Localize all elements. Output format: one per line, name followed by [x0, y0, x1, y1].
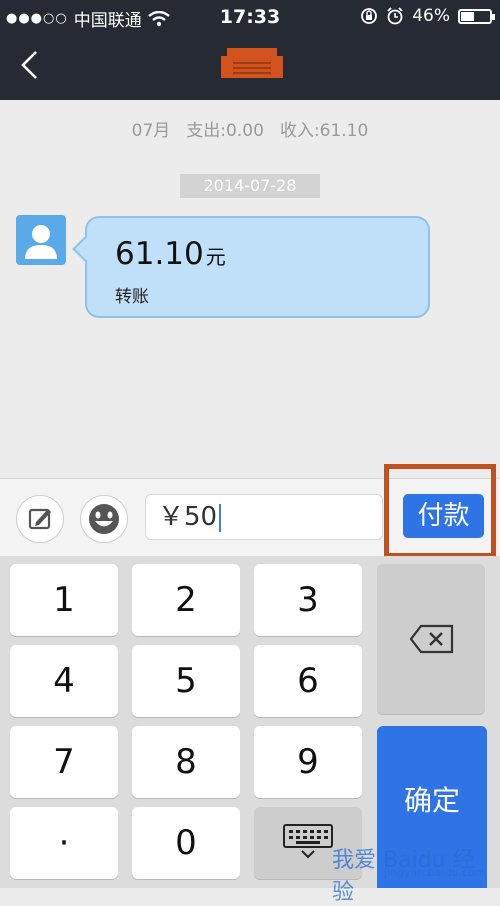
- backspace-key[interactable]: [377, 564, 485, 714]
- key-1[interactable]: 1: [10, 564, 118, 636]
- battery-percent: 46%: [412, 6, 450, 26]
- summary-month: 07月: [131, 121, 171, 141]
- summary-expense: 支出:0.00: [186, 121, 264, 141]
- transfer-message-bubble[interactable]: 61.10 元 转账: [72, 216, 430, 318]
- key-8[interactable]: 8: [132, 726, 240, 798]
- transfer-label: 转账: [115, 287, 149, 307]
- back-chevron-icon[interactable]: [18, 50, 42, 80]
- key-7[interactable]: 7: [10, 726, 118, 798]
- amount-value: 61.10: [115, 236, 204, 272]
- key-6[interactable]: 6: [254, 645, 362, 717]
- edit-note-button[interactable]: [16, 495, 64, 543]
- backspace-icon: [409, 624, 454, 654]
- battery-tip: [492, 13, 495, 20]
- user-avatar-icon: [25, 225, 57, 259]
- key-2[interactable]: 2: [132, 564, 240, 636]
- amount-unit: 元: [205, 245, 226, 269]
- avatar[interactable]: [16, 215, 66, 265]
- text-caret: [219, 503, 222, 532]
- alarm-icon: [387, 7, 403, 25]
- status-right: 46%: [360, 6, 495, 26]
- status-bar: ●●●○○ 中国联通 17:33 46%: [0, 0, 500, 34]
- top-bar: ●●●○○ 中国联通 17:33 46%: [0, 0, 500, 100]
- bubble-tail: [72, 236, 98, 262]
- key-9[interactable]: 9: [254, 726, 362, 798]
- amount-input-value: ￥50: [158, 502, 218, 532]
- key-5[interactable]: 5: [132, 645, 240, 717]
- date-separator: 2014-07-28: [180, 174, 320, 198]
- key-4[interactable]: 4: [10, 645, 118, 717]
- card-logo-icon: [221, 48, 283, 78]
- key-decimal[interactable]: ·: [10, 807, 118, 879]
- key-0[interactable]: 0: [132, 807, 240, 879]
- edit-icon: [28, 508, 51, 530]
- emoji-button[interactable]: [80, 495, 128, 543]
- battery-fill: [461, 11, 474, 21]
- rotation-lock-icon: [361, 8, 378, 24]
- pay-button[interactable]: 付款: [403, 494, 484, 538]
- monthly-summary: 07月 支出:0.00 收入:61.10: [0, 116, 500, 141]
- key-3[interactable]: 3: [254, 564, 362, 636]
- watermark-url: jingyan.baidu.com: [384, 866, 486, 879]
- summary-income: 收入:61.10: [279, 121, 369, 141]
- transfer-amount: 61.10 元: [115, 236, 226, 272]
- amount-input[interactable]: ￥50: [145, 494, 383, 540]
- watermark: 我爱 Baidu 经验 jingyan.baidu.com: [282, 818, 492, 905]
- smiley-icon: [89, 504, 119, 534]
- battery-icon: [458, 8, 495, 24]
